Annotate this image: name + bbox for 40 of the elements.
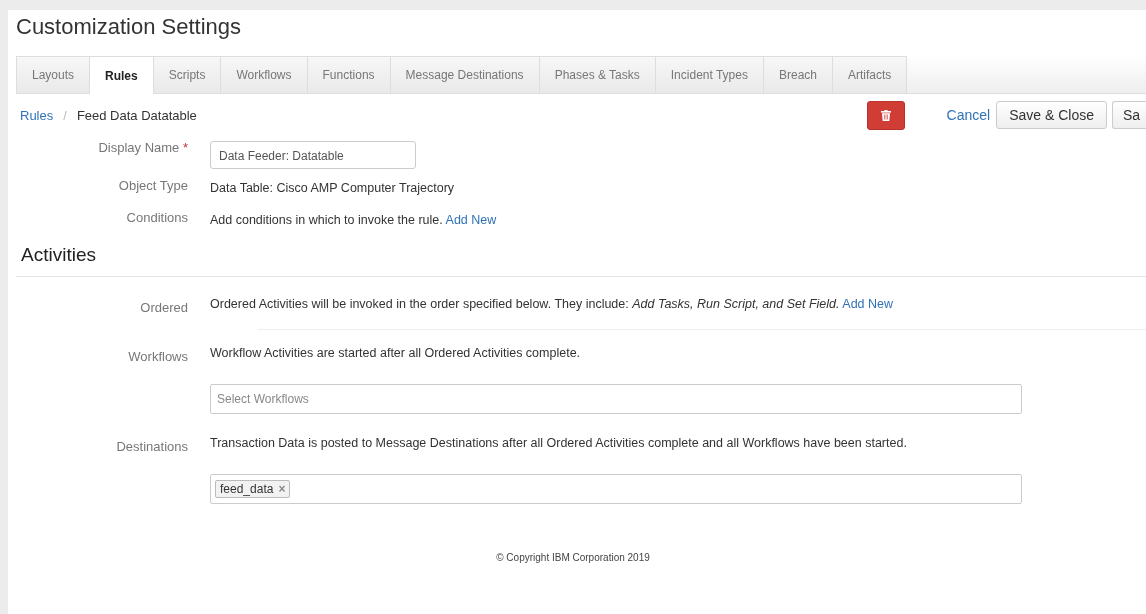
object-type-value: Data Table: Cisco AMP Computer Trajectory: [210, 181, 455, 195]
delete-button[interactable]: [866, 100, 905, 130]
tab[interactable]: Breach: [762, 56, 833, 93]
tab[interactable]: Layouts: [16, 56, 91, 93]
trash-icon: [880, 109, 891, 121]
destinations-field[interactable]: feed_data ×: [210, 474, 1022, 504]
tab[interactable]: Incident Types: [654, 56, 764, 93]
tab[interactable]: Scripts: [152, 56, 222, 93]
tab[interactable]: Workflows: [220, 56, 308, 93]
add-new-link[interactable]: Add New: [445, 213, 497, 227]
conditions-text: Add conditions in which to invoke the rule. Add New: [210, 213, 497, 227]
tab[interactable]: Functions: [306, 56, 391, 93]
ordered-description: Ordered Activities will be invoked in the order specified below. They include: Add Tasks, Run Script, and Set Field. Add New: [210, 297, 894, 313]
field-label: Destinations: [116, 439, 188, 454]
destinations-description: Transaction Data is posted to Message Destinations after all Ordered Activities complete and all Workflows have been started.: [210, 436, 908, 450]
required-mark: *: [182, 140, 188, 155]
add-new-link[interactable]: Add New: [842, 297, 894, 311]
page-title: Customization Settings: [16, 13, 241, 41]
tab[interactable]: Phases & Tasks: [538, 56, 656, 93]
breadcrumb-link[interactable]: Rules: [20, 107, 54, 123]
remove-icon[interactable]: ×: [278, 482, 286, 496]
tab[interactable]: Artifacts: [832, 56, 908, 93]
breadcrumb-current: Feed Data Datatable: [76, 107, 197, 123]
field-label: Display Name: [98, 140, 180, 155]
field-label: Conditions: [126, 210, 188, 225]
section-heading: Activities: [16, 244, 1146, 277]
save-button[interactable]: Sa: [1112, 101, 1146, 129]
save-close-button[interactable]: Save & Close: [996, 101, 1107, 129]
cancel-link[interactable]: Cancel: [946, 107, 991, 123]
field-label: Ordered: [140, 300, 188, 315]
copyright-text: © Copyright IBM Corporation 2019: [496, 552, 650, 563]
tab[interactable]: Rules: [89, 56, 154, 94]
field-label: Object Type: [118, 178, 188, 193]
tab[interactable]: Message Destinations: [389, 56, 540, 93]
tag-label: feed_data: [220, 482, 274, 496]
field-label: Workflows: [128, 349, 188, 364]
workflows-description: Workflow Activities are started after all Ordered Activities complete.: [210, 346, 582, 360]
breadcrumb-separator: /: [63, 107, 67, 123]
display-name-field[interactable]: Data Feeder: Datatable: [210, 141, 416, 169]
workflows-field[interactable]: Select Workflows: [210, 384, 1022, 414]
